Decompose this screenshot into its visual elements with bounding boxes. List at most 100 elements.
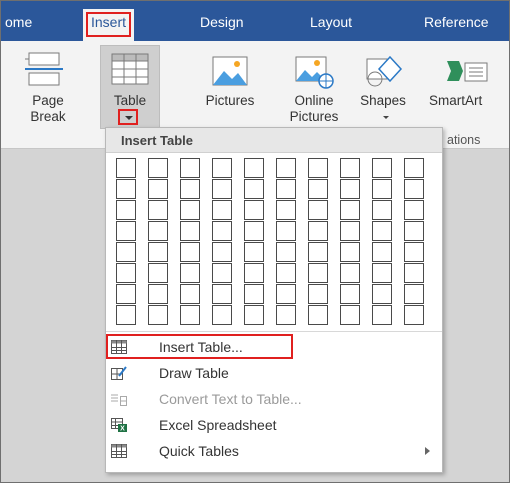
table-grid-cell[interactable] bbox=[212, 305, 232, 325]
table-grid-cell[interactable] bbox=[116, 221, 136, 241]
page-break-button[interactable]: Page Break bbox=[19, 45, 77, 125]
table-grid-cell[interactable] bbox=[340, 221, 360, 241]
table-grid-cell[interactable] bbox=[180, 242, 200, 262]
table-grid-cell[interactable] bbox=[180, 263, 200, 283]
table-grid-cell[interactable] bbox=[212, 200, 232, 220]
table-grid-cell[interactable] bbox=[276, 221, 296, 241]
table-grid-cell[interactable] bbox=[148, 242, 168, 262]
table-grid-cell[interactable] bbox=[180, 284, 200, 304]
table-grid-cell[interactable] bbox=[340, 158, 360, 178]
table-grid-cell[interactable] bbox=[244, 284, 264, 304]
tab-references[interactable]: Reference bbox=[424, 11, 489, 33]
table-grid-cell[interactable] bbox=[116, 242, 136, 262]
table-dropdown-arrow[interactable] bbox=[118, 109, 138, 125]
table-grid-cell[interactable] bbox=[308, 179, 328, 199]
table-grid-cell[interactable] bbox=[308, 158, 328, 178]
table-size-grid[interactable] bbox=[116, 158, 434, 328]
menu-convert-text-to-table[interactable]: Convert Text to Table... bbox=[106, 386, 442, 412]
table-grid-cell[interactable] bbox=[340, 179, 360, 199]
table-grid-cell[interactable] bbox=[180, 158, 200, 178]
shapes-button[interactable]: Shapes bbox=[353, 45, 413, 109]
table-grid-cell[interactable] bbox=[148, 200, 168, 220]
table-grid-cell[interactable] bbox=[340, 284, 360, 304]
table-grid-cell[interactable] bbox=[116, 179, 136, 199]
table-grid-cell[interactable] bbox=[372, 158, 392, 178]
table-grid-cell[interactable] bbox=[244, 179, 264, 199]
table-grid-cell[interactable] bbox=[276, 305, 296, 325]
table-grid-cell[interactable] bbox=[372, 284, 392, 304]
table-grid-cell[interactable] bbox=[244, 158, 264, 178]
ribbon-tab-bar: ome Insert Design Layout Reference bbox=[1, 1, 509, 41]
table-grid-cell[interactable] bbox=[148, 263, 168, 283]
menu-draw-table[interactable]: Draw Table bbox=[106, 360, 442, 386]
table-grid-cell[interactable] bbox=[116, 284, 136, 304]
table-grid-cell[interactable] bbox=[116, 200, 136, 220]
table-grid-cell[interactable] bbox=[372, 200, 392, 220]
table-grid-cell[interactable] bbox=[276, 200, 296, 220]
table-grid-cell[interactable] bbox=[308, 263, 328, 283]
smartart-button[interactable]: SmartArt bbox=[427, 45, 507, 109]
table-grid-cell[interactable] bbox=[148, 284, 168, 304]
tab-layout[interactable]: Layout bbox=[310, 11, 352, 33]
table-grid-cell[interactable] bbox=[372, 221, 392, 241]
table-grid-cell[interactable] bbox=[180, 179, 200, 199]
table-grid-cell[interactable] bbox=[404, 242, 424, 262]
table-grid-cell[interactable] bbox=[404, 200, 424, 220]
table-grid-cell[interactable] bbox=[276, 284, 296, 304]
table-grid-cell[interactable] bbox=[212, 179, 232, 199]
table-grid-cell[interactable] bbox=[212, 221, 232, 241]
table-grid-cell[interactable] bbox=[276, 179, 296, 199]
table-grid-cell[interactable] bbox=[180, 221, 200, 241]
table-grid-cell[interactable] bbox=[308, 305, 328, 325]
table-grid-cell[interactable] bbox=[212, 263, 232, 283]
table-grid-cell[interactable] bbox=[372, 263, 392, 283]
table-grid-cell[interactable] bbox=[148, 179, 168, 199]
table-grid-cell[interactable] bbox=[180, 200, 200, 220]
table-grid-cell[interactable] bbox=[404, 221, 424, 241]
table-grid-cell[interactable] bbox=[148, 305, 168, 325]
table-grid-cell[interactable] bbox=[212, 242, 232, 262]
table-grid-cell[interactable] bbox=[340, 200, 360, 220]
table-grid-cell[interactable] bbox=[116, 158, 136, 178]
table-grid-cell[interactable] bbox=[372, 179, 392, 199]
table-grid-cell[interactable] bbox=[372, 305, 392, 325]
table-grid-cell[interactable] bbox=[404, 305, 424, 325]
table-grid-cell[interactable] bbox=[404, 179, 424, 199]
table-grid-cell[interactable] bbox=[244, 200, 264, 220]
table-grid-cell[interactable] bbox=[116, 305, 136, 325]
pictures-button[interactable]: Pictures bbox=[194, 45, 266, 109]
tab-design[interactable]: Design bbox=[200, 11, 244, 33]
menu-insert-table[interactable]: Insert Table... bbox=[106, 334, 442, 360]
table-grid-cell[interactable] bbox=[244, 305, 264, 325]
tab-home[interactable]: ome bbox=[5, 11, 32, 33]
table-grid-cell[interactable] bbox=[276, 158, 296, 178]
table-grid-cell[interactable] bbox=[276, 242, 296, 262]
table-grid-cell[interactable] bbox=[340, 263, 360, 283]
table-grid-cell[interactable] bbox=[308, 200, 328, 220]
table-grid-cell[interactable] bbox=[148, 221, 168, 241]
table-grid-cell[interactable] bbox=[116, 263, 136, 283]
menu-insert-table-label: Insert Table... bbox=[159, 339, 243, 355]
menu-excel-spreadsheet[interactable]: X Excel Spreadsheet bbox=[106, 412, 442, 438]
table-grid-cell[interactable] bbox=[340, 305, 360, 325]
table-grid-cell[interactable] bbox=[212, 284, 232, 304]
table-grid-cell[interactable] bbox=[212, 158, 232, 178]
table-grid-cell[interactable] bbox=[340, 242, 360, 262]
table-grid-cell[interactable] bbox=[404, 284, 424, 304]
table-grid-cell[interactable] bbox=[276, 263, 296, 283]
tab-insert[interactable]: Insert bbox=[83, 9, 135, 41]
shapes-dropdown-arrow[interactable] bbox=[383, 116, 389, 119]
table-grid-cell[interactable] bbox=[148, 158, 168, 178]
table-grid-cell[interactable] bbox=[308, 284, 328, 304]
online-pictures-button[interactable]: Online Pictures bbox=[279, 45, 349, 125]
table-grid-cell[interactable] bbox=[308, 221, 328, 241]
table-grid-cell[interactable] bbox=[244, 242, 264, 262]
table-grid-cell[interactable] bbox=[244, 263, 264, 283]
table-grid-cell[interactable] bbox=[404, 158, 424, 178]
table-grid-cell[interactable] bbox=[404, 263, 424, 283]
table-grid-cell[interactable] bbox=[244, 221, 264, 241]
menu-quick-tables[interactable]: Quick Tables bbox=[106, 438, 442, 464]
table-grid-cell[interactable] bbox=[372, 242, 392, 262]
table-grid-cell[interactable] bbox=[180, 305, 200, 325]
table-grid-cell[interactable] bbox=[308, 242, 328, 262]
